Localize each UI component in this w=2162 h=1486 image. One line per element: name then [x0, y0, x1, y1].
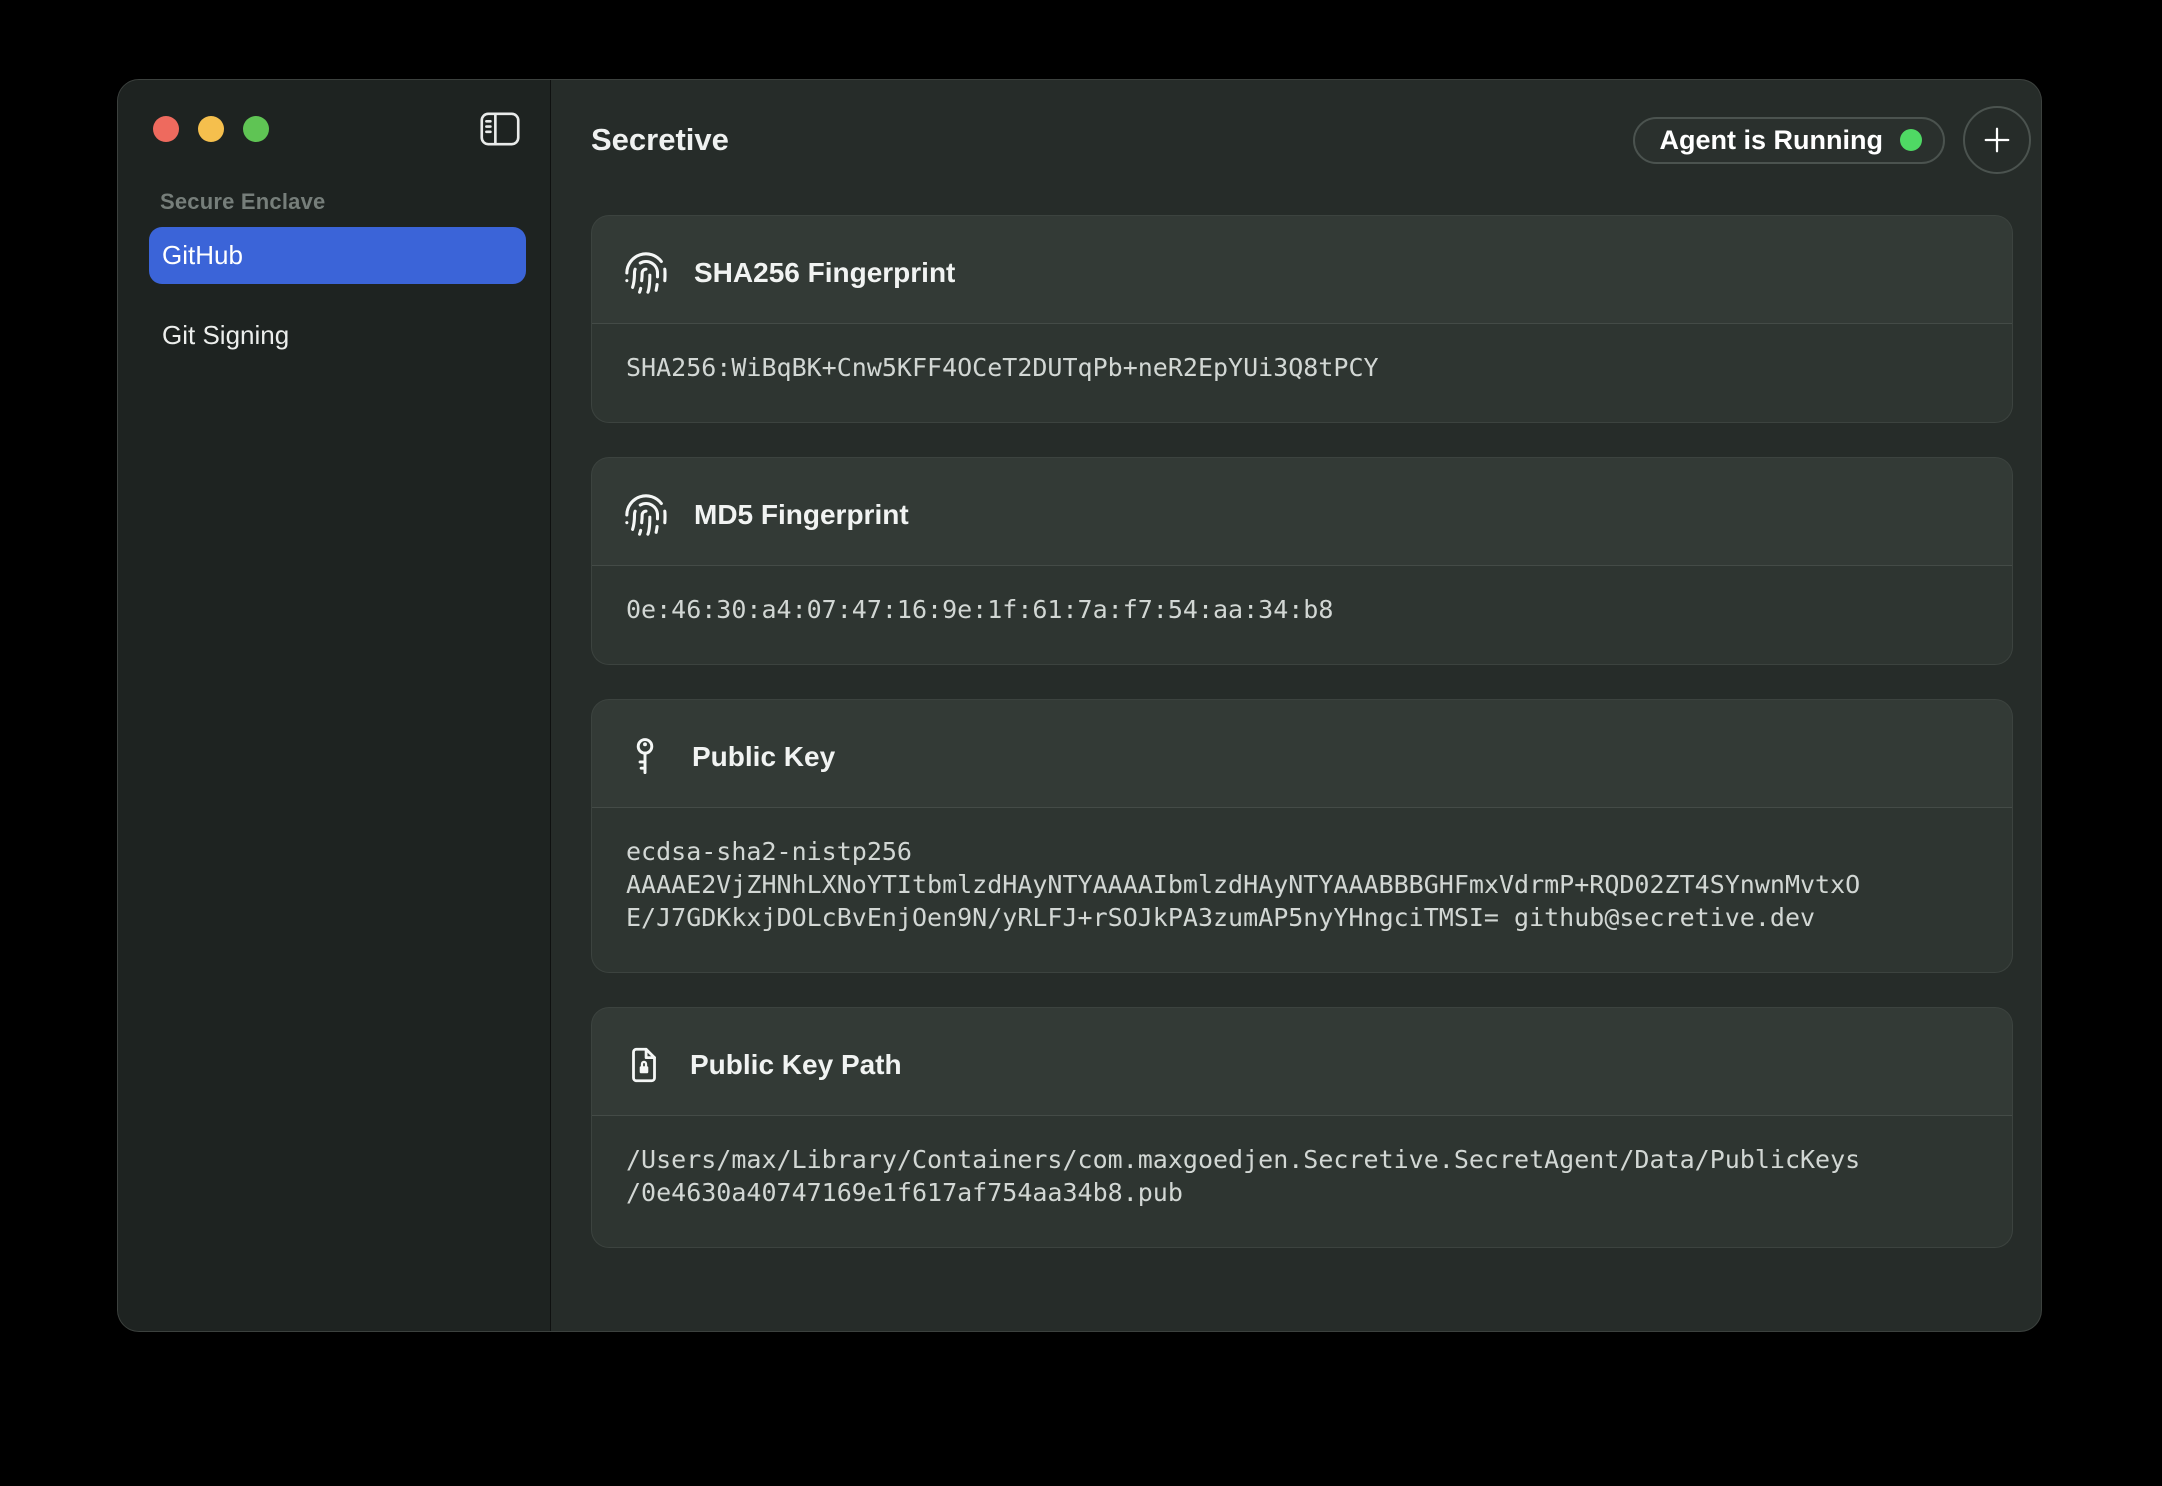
fingerprint-icon	[623, 492, 669, 538]
sidebar-toggle-button[interactable]	[478, 107, 522, 151]
sidebar-item-label: Git Signing	[162, 320, 289, 351]
card-header: Public Key	[592, 700, 2012, 808]
app-window: Secure Enclave GitHub Git Signing Secret…	[117, 79, 2042, 1332]
card-value: SHA256:WiBqBK+Cnw5KFF4OCeT2DUTqPb+neR2Ep…	[592, 324, 1898, 422]
card-header: SHA256 Fingerprint	[592, 216, 2012, 324]
sidebar-item-github[interactable]: GitHub	[149, 227, 526, 284]
card-value: ecdsa-sha2-nistp256 AAAAE2VjZHNhLXNoYTIt…	[592, 808, 1898, 972]
close-button[interactable]	[153, 116, 179, 142]
sidebar-item-git-signing[interactable]: Git Signing	[149, 307, 526, 364]
sidebar-item-label: GitHub	[162, 240, 243, 271]
status-dot-icon	[1900, 129, 1922, 151]
agent-status-label: Agent is Running	[1660, 125, 1883, 156]
fingerprint-icon	[623, 250, 669, 296]
sidebar-toggle-icon	[479, 112, 521, 146]
sidebar-section-label: Secure Enclave	[160, 189, 550, 215]
doc-lock-icon	[623, 1042, 665, 1088]
card-value: 0e:46:30:a4:07:47:16:9e:1f:61:7a:f7:54:a…	[592, 566, 1898, 664]
key-detail-list: SHA256 Fingerprint SHA256:WiBqBK+Cnw5KFF…	[551, 186, 2041, 1331]
card-public-key-path: Public Key Path /Users/max/Library/Conta…	[591, 1007, 2013, 1248]
card-header: MD5 Fingerprint	[592, 458, 2012, 566]
agent-status-badge[interactable]: Agent is Running	[1633, 117, 1945, 164]
card-title: Public Key	[692, 741, 835, 773]
card-header: Public Key Path	[592, 1008, 2012, 1116]
card-title: SHA256 Fingerprint	[694, 257, 955, 289]
key-icon	[623, 734, 667, 780]
main-header: Secretive Agent is Running	[551, 80, 2041, 186]
plus-icon	[1979, 122, 2015, 158]
card-md5-fingerprint: MD5 Fingerprint 0e:46:30:a4:07:47:16:9e:…	[591, 457, 2013, 665]
card-title: Public Key Path	[690, 1049, 902, 1081]
window-controls	[153, 116, 269, 142]
card-sha256-fingerprint: SHA256 Fingerprint SHA256:WiBqBK+Cnw5KFF…	[591, 215, 2013, 423]
main-pane: Secretive Agent is Running	[551, 80, 2041, 1331]
card-public-key: Public Key ecdsa-sha2-nistp256 AAAAE2VjZ…	[591, 699, 2013, 973]
card-title: MD5 Fingerprint	[694, 499, 909, 531]
page-title: Secretive	[591, 122, 1633, 158]
card-value: /Users/max/Library/Containers/com.maxgoe…	[592, 1116, 1898, 1247]
add-key-button[interactable]	[1963, 106, 2031, 174]
minimize-button[interactable]	[198, 116, 224, 142]
zoom-button[interactable]	[243, 116, 269, 142]
sidebar: Secure Enclave GitHub Git Signing	[118, 80, 551, 1331]
sidebar-list: GitHub Git Signing	[118, 227, 550, 364]
